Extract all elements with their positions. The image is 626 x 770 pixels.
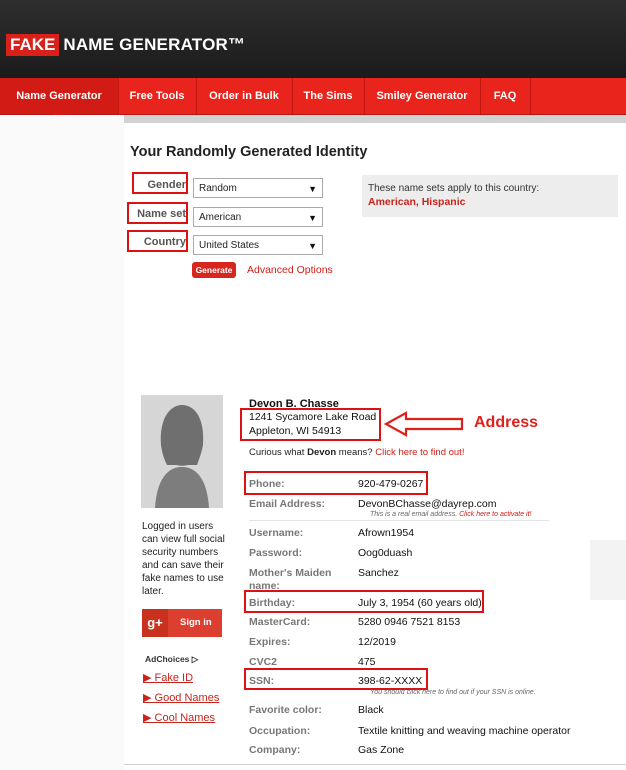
content-top-bar xyxy=(124,115,626,123)
arrow-left-icon xyxy=(384,411,464,437)
adchoices-label[interactable]: AdChoices ▷ xyxy=(145,654,198,665)
name-meaning-link[interactable]: Click here to find out! xyxy=(375,447,464,458)
nav-item-free-tools[interactable]: Free Tools xyxy=(118,78,197,114)
name-meaning-line: Curious what Devon means? Click here to … xyxy=(249,447,464,458)
name-set-info-text: These name sets apply to this country: xyxy=(368,183,540,194)
google-plus-icon: g+ xyxy=(142,609,168,637)
bottom-divider xyxy=(124,764,626,765)
nav-item-order-in-bulk[interactable]: Order in Bulk xyxy=(196,78,293,114)
silhouette-icon xyxy=(141,395,223,508)
curious-prefix: Curious what xyxy=(249,447,308,458)
nav-item-smiley-generator[interactable]: Smiley Generator xyxy=(364,78,481,114)
birthday-value: July 3, 1954 (60 years old) xyxy=(358,597,482,609)
left-column xyxy=(0,115,124,770)
favorite-color-key: Favorite color: xyxy=(249,704,322,716)
avatar xyxy=(141,395,223,508)
chevron-down-icon: ▼ xyxy=(308,213,317,223)
curious-mid: means? xyxy=(336,447,376,458)
address-highlight xyxy=(240,408,381,441)
password-key: Password: xyxy=(249,547,303,559)
page-title: Your Randomly Generated Identity xyxy=(130,144,368,160)
occupation-value: Textile knitting and weaving machine ope… xyxy=(358,725,571,737)
chevron-down-icon: ▼ xyxy=(308,184,317,194)
name-set-list[interactable]: American, Hispanic xyxy=(368,196,465,208)
gender-highlight xyxy=(132,172,188,194)
main-nav: Name Generator Free Tools Order in Bulk … xyxy=(0,78,626,115)
password-value: Oog0duash xyxy=(358,547,413,559)
signin-label: Sign in xyxy=(180,617,212,628)
cvc2-key: CVC2 xyxy=(249,656,278,668)
email-note-text: This is a real email address. xyxy=(370,511,458,518)
ssn-note[interactable]: You should click here to find out if you… xyxy=(370,689,536,696)
gender-select-value: Random xyxy=(199,183,237,194)
country-highlight xyxy=(127,230,188,252)
country-select[interactable]: United States ▼ xyxy=(193,235,323,255)
mastercard-value: 5280 0946 7521 8153 xyxy=(358,616,461,628)
username-key: Username: xyxy=(249,527,304,539)
nav-item-faq[interactable]: FAQ xyxy=(480,78,531,114)
favorite-color-value: Black xyxy=(358,704,384,716)
country-select-value: United States xyxy=(199,240,260,251)
nameset-select-value: American xyxy=(199,212,242,223)
ad-link-cool-names[interactable]: ▶ Cool Names xyxy=(143,711,215,724)
birthday-key: Birthday: xyxy=(249,597,296,609)
ssn-key: SSN: xyxy=(249,675,275,687)
nav-item-name-generator[interactable]: Name Generator xyxy=(0,78,119,114)
maiden-key-line1: Mother's Maiden xyxy=(249,567,332,579)
ssn-value: 398-62-XXXX xyxy=(358,675,423,687)
ad-link-fake-id[interactable]: ▶ Fake ID xyxy=(143,671,193,684)
generate-button[interactable]: Generate xyxy=(192,262,236,278)
nameset-highlight xyxy=(127,202,188,224)
company-value: Gas Zone xyxy=(358,744,405,756)
expires-key: Expires: xyxy=(249,636,291,648)
occupation-key: Occupation: xyxy=(249,725,311,737)
email-note: This is a real email address. Click here… xyxy=(370,511,531,518)
site-logo[interactable]: FAKE NAME GENERATOR™ xyxy=(6,34,245,56)
side-panel-edge xyxy=(590,540,626,600)
advanced-options-link[interactable]: Advanced Options xyxy=(247,264,333,276)
email-value: DevonBChasse@dayrep.com xyxy=(358,498,497,510)
divider xyxy=(249,520,549,521)
company-key: Company: xyxy=(249,744,301,756)
nameset-select[interactable]: American ▼ xyxy=(193,207,323,227)
expires-value: 12/2019 xyxy=(358,636,396,648)
ad-link-good-names[interactable]: ▶ Good Names xyxy=(143,691,219,704)
email-key: Email Address: xyxy=(249,498,326,510)
logo-text: NAME GENERATOR™ xyxy=(63,35,246,54)
site-header: FAKE NAME GENERATOR™ xyxy=(0,0,626,78)
google-signin-button[interactable]: g+ Sign in xyxy=(142,609,222,637)
address-annotation: Address xyxy=(474,414,539,431)
cvc2-value: 475 xyxy=(358,656,376,668)
login-promo-text: Logged in users can view full social sec… xyxy=(142,521,225,597)
mastercard-key: MasterCard: xyxy=(249,616,311,628)
maiden-value: Sanchez xyxy=(358,567,399,579)
nav-item-the-sims[interactable]: The Sims xyxy=(292,78,365,114)
email-activate-link[interactable]: Click here to activate it! xyxy=(459,511,531,518)
phone-value: 920-479-0267 xyxy=(358,478,424,490)
phone-key: Phone: xyxy=(249,478,285,490)
chevron-down-icon: ▼ xyxy=(308,241,317,251)
curious-name: Devon xyxy=(307,447,337,458)
gender-select[interactable]: Random ▼ xyxy=(193,178,323,198)
logo-fake-badge: FAKE xyxy=(6,34,60,56)
username-value: Afrown1954 xyxy=(358,527,415,539)
